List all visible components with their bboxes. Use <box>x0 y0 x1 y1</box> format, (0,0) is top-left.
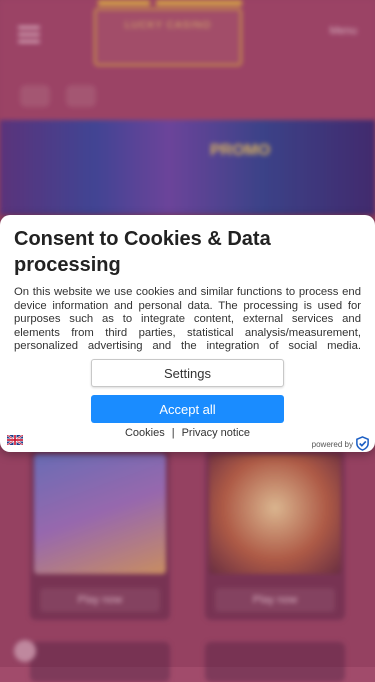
consent-links: Cookies | Privacy notice <box>0 427 375 439</box>
powered-by-text: powered by <box>311 440 353 449</box>
accept-all-button[interactable]: Accept all <box>91 395 284 423</box>
privacy-notice-link[interactable]: Privacy notice <box>182 427 250 439</box>
link-separator: | <box>171 427 175 439</box>
uk-flag-language-icon[interactable] <box>7 435 23 445</box>
cookies-link[interactable]: Cookies <box>125 427 165 439</box>
consent-title: Consent to Cookies & Data processing <box>14 228 271 276</box>
settings-button[interactable]: Settings <box>91 359 284 387</box>
cookie-consent-dialog: Consent to Cookies & Data processing On … <box>0 215 375 452</box>
consent-description[interactable]: On this website we use cookies and simil… <box>14 286 361 354</box>
verified-shield-icon[interactable] <box>355 436 370 451</box>
